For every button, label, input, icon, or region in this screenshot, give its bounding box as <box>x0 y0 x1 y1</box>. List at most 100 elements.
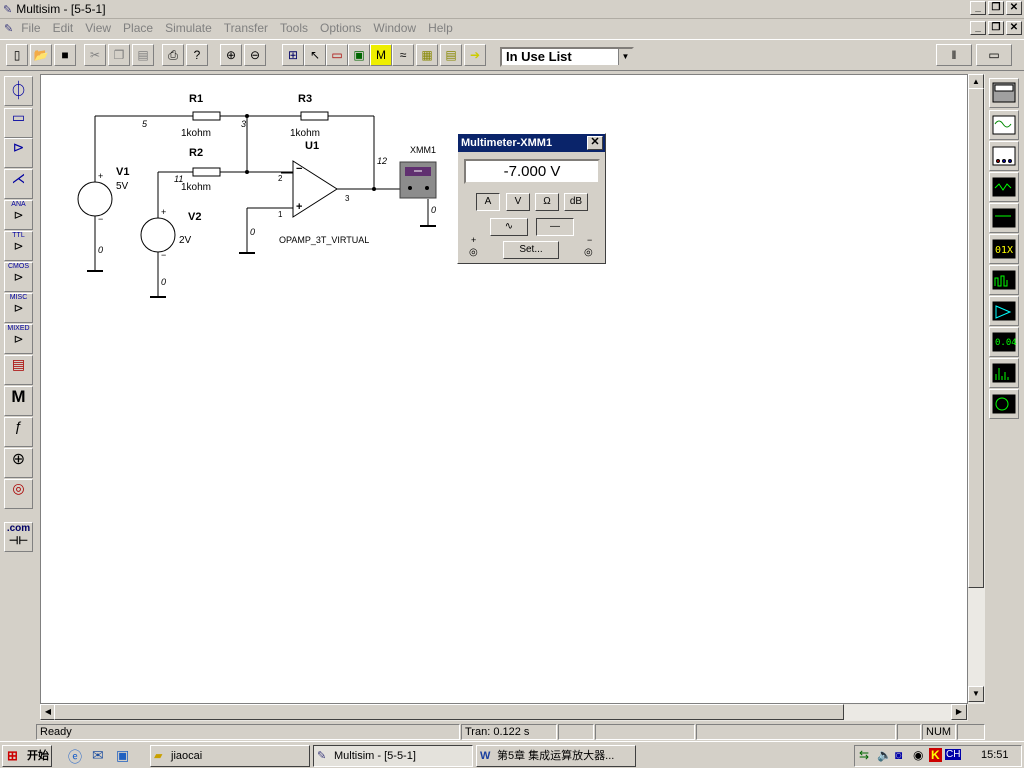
ttl-icon[interactable]: TTL ⊳ <box>4 231 33 261</box>
menu-tools[interactable]: Tools <box>274 21 314 35</box>
postprocessor-icon[interactable]: ▣ <box>348 44 370 66</box>
netlist-icon[interactable]: ≈ <box>392 44 414 66</box>
cut-icon[interactable]: ✂ <box>84 44 106 66</box>
terminal-minus-icon[interactable]: ◎ <box>584 247 593 258</box>
open-icon[interactable]: 📂 <box>30 44 52 66</box>
ladder-icon[interactable]: .com ⊣⊢ <box>4 522 33 552</box>
task-multisim[interactable]: ✎ Multisim - [5-5-1] <box>313 745 473 767</box>
zoom-in-icon[interactable]: ⊕ <box>220 44 242 66</box>
node-label: 0 <box>161 277 167 287</box>
print-icon[interactable]: ⎙ <box>162 44 184 66</box>
grapher-icon[interactable]: ▭ <box>326 44 348 66</box>
mode-db-button[interactable]: dB <box>564 193 588 211</box>
menu-options[interactable]: Options <box>314 21 367 35</box>
electromech-icon[interactable]: ◎ <box>4 479 33 509</box>
analog-icon[interactable]: ANA ⊳ <box>4 200 33 230</box>
indicator-icon[interactable]: ▤ <box>4 355 33 385</box>
input-language-indicator[interactable]: CH <box>945 749 962 760</box>
menu-place[interactable]: Place <box>117 21 159 35</box>
ie-icon[interactable]: ⓔ <box>68 747 82 767</box>
title-bar: ✎ Multisim - [5-5-1] _ ❐ ✕ <box>0 0 1024 19</box>
electrical-rules-icon[interactable]: M <box>370 44 392 66</box>
set-label: Set... <box>519 244 543 255</box>
in-use-list-select[interactable]: In Use List ▼ <box>500 47 634 67</box>
new-icon[interactable]: ▯ <box>6 44 28 66</box>
com-label: .com <box>6 523 31 534</box>
basic-icon[interactable]: ▭ <box>4 108 33 138</box>
xmm1-label: XMM1 <box>410 145 437 155</box>
component-icon[interactable]: ⊞ <box>282 44 304 66</box>
probe-icon[interactable]: ↖ <box>304 44 326 66</box>
tray-app-icon[interactable]: ◙ <box>895 748 902 762</box>
close-button[interactable]: ✕ <box>1006 1 1022 15</box>
help-icon[interactable]: ? <box>186 44 208 66</box>
task-jiaocai[interactable]: ▰ jiaocai <box>150 745 310 767</box>
transistor-icon[interactable]: ⋌ <box>4 169 33 199</box>
ac-mode-button[interactable]: ∿ <box>490 218 528 236</box>
menu-file[interactable]: File <box>15 21 46 35</box>
doc-restore-button[interactable]: ❐ <box>988 21 1004 35</box>
menu-help[interactable]: Help <box>422 21 459 35</box>
save-icon[interactable]: ■ <box>54 44 76 66</box>
misc-digital-icon[interactable]: MISC ⊳ <box>4 293 33 323</box>
vertical-scrollbar[interactable]: ▲ ▼ <box>968 74 985 704</box>
pause-button[interactable]: ‖ <box>936 44 972 66</box>
task-label: 第5章 集成运算放大器... <box>497 750 615 762</box>
network-icon[interactable]: ⇆ <box>859 748 869 762</box>
restore-button[interactable]: ❐ <box>988 1 1004 15</box>
dc-mode-button[interactable]: — <box>536 218 574 236</box>
node-label: 5 <box>142 119 148 129</box>
node-label: 0 <box>250 227 256 237</box>
menu-transfer[interactable]: Transfer <box>218 21 274 35</box>
set-button[interactable]: Set... <box>503 241 559 259</box>
terminal-plus-icon[interactable]: ◎ <box>469 247 478 258</box>
clock: 15:51 <box>981 749 1009 761</box>
vertical-scroll-thumb[interactable] <box>968 88 984 588</box>
minimize-button[interactable]: _ <box>970 1 986 15</box>
chevron-down-icon[interactable]: ▼ <box>618 49 632 65</box>
volume-icon[interactable]: 🔈 <box>877 748 892 762</box>
menu-simulate[interactable]: Simulate <box>159 21 218 35</box>
paste-icon[interactable]: ▤ <box>132 44 154 66</box>
r1-symbol <box>192 111 221 121</box>
show-desktop-icon[interactable]: ▣ <box>116 747 129 764</box>
multimeter-window[interactable]: Multimeter-XMM1 ✕ -7.000 V A V Ω dB ∿ — … <box>457 133 606 264</box>
doc-close-button[interactable]: ✕ <box>1006 21 1022 35</box>
scroll-right-icon[interactable]: ▶ <box>951 704 967 720</box>
tray-app-icon[interactable]: ◉ <box>913 748 923 762</box>
copy-icon[interactable]: ❐ <box>108 44 130 66</box>
simulation-time: Tran: 0.122 s <box>461 724 557 740</box>
transfer-arrow-icon[interactable]: ➔ <box>464 44 486 66</box>
misc-icon[interactable]: M <box>4 386 33 416</box>
menu-view[interactable]: View <box>79 21 117 35</box>
v2-value: 2V <box>179 235 192 246</box>
mode-ohmmeter-button[interactable]: Ω <box>535 193 559 211</box>
start-button[interactable]: ⊞ 开始 <box>2 745 52 767</box>
zoom-out-icon[interactable]: ⊖ <box>244 44 266 66</box>
mode-voltmeter-button[interactable]: V <box>506 193 530 211</box>
multimeter-title-bar[interactable]: Multimeter-XMM1 ✕ <box>458 134 605 152</box>
task-word-doc[interactable]: W 第5章 集成运算放大器... <box>476 745 636 767</box>
mode-ammeter-button[interactable]: A <box>476 193 500 211</box>
doc-minimize-button[interactable]: _ <box>970 21 986 35</box>
horizontal-scrollbar[interactable]: ◀ ▶ <box>40 704 968 721</box>
close-icon[interactable]: ✕ <box>587 136 603 150</box>
rf-icon[interactable]: ⊕ <box>4 448 33 478</box>
horizontal-scroll-thumb[interactable] <box>54 704 844 720</box>
menu-window[interactable]: Window <box>367 21 422 35</box>
in-use-list-value: In Use List <box>506 49 572 64</box>
taskbar: ⊞ 开始 ⓔ ✉ ▣ ▰ jiaocai ✎ Multisim - [5-5-1… <box>0 741 1024 768</box>
outlook-icon[interactable]: ✉ <box>92 747 104 764</box>
sources-icon[interactable]: ⏀ <box>4 76 33 106</box>
create-component-icon[interactable]: ▦ <box>416 44 438 66</box>
menu-edit[interactable]: Edit <box>47 21 80 35</box>
kaspersky-icon[interactable]: K <box>929 748 942 762</box>
database-icon[interactable]: ▤ <box>440 44 462 66</box>
diode-icon[interactable]: ⊳ <box>4 138 33 168</box>
run-switch-button[interactable]: ▭ <box>976 44 1012 66</box>
mixed-icon[interactable]: MIXED ⊳ <box>4 324 33 354</box>
scroll-down-icon[interactable]: ▼ <box>968 686 984 702</box>
r2-label: R2 <box>189 147 204 159</box>
cmos-icon[interactable]: CMOS ⊳ <box>4 262 33 292</box>
controls-icon[interactable]: ƒ <box>4 417 33 447</box>
